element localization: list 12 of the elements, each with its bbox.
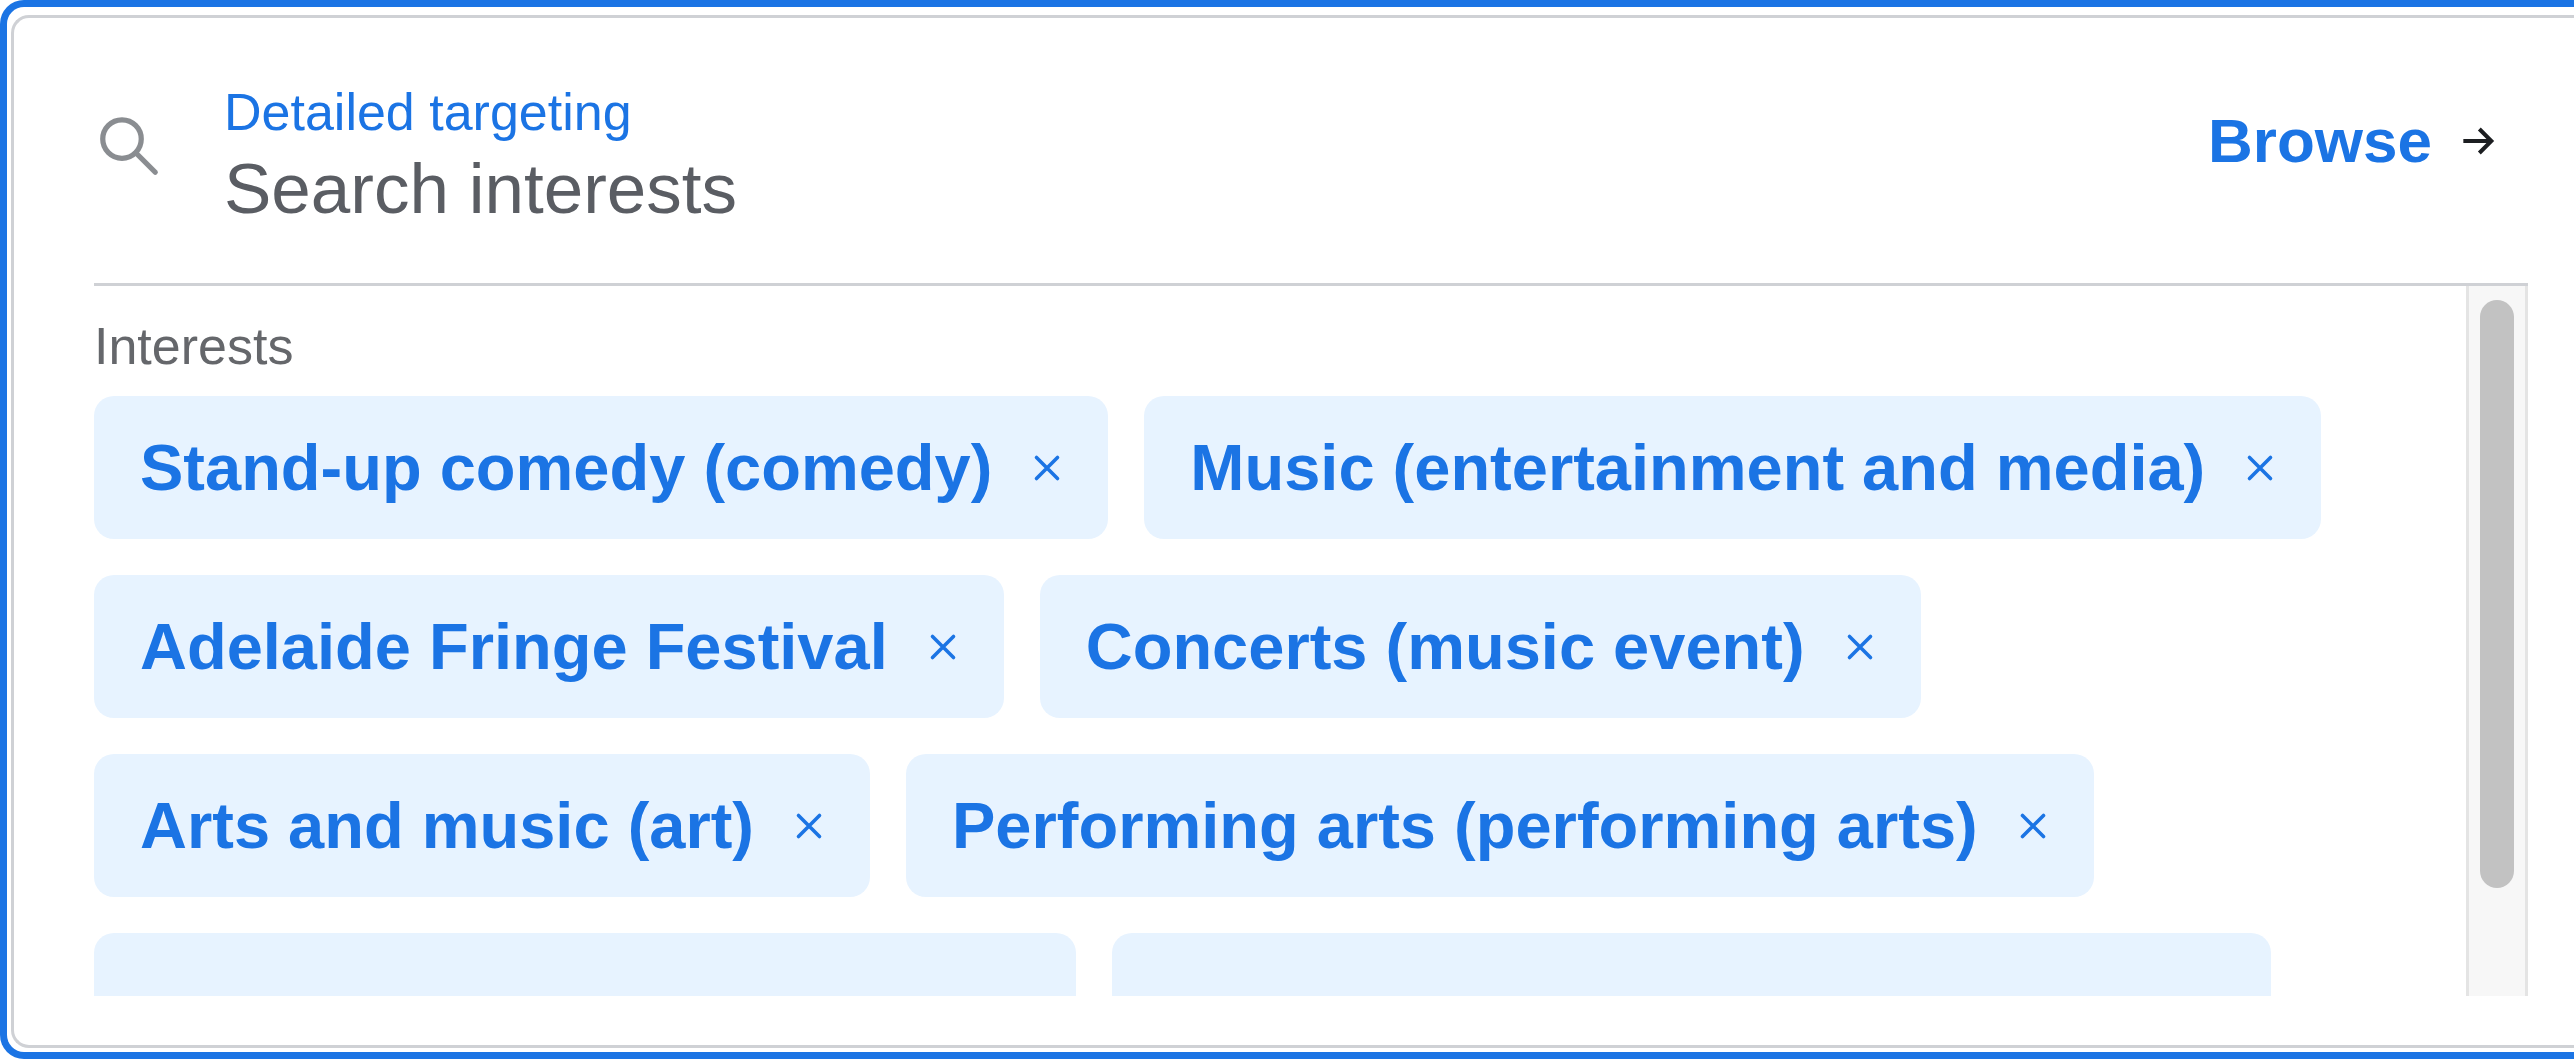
- browse-button[interactable]: Browse: [2208, 105, 2498, 196]
- interest-chip[interactable]: Performing arts (performing arts): [906, 754, 2094, 897]
- field-label: Detailed targeting: [224, 82, 633, 142]
- interest-chip[interactable]: Stand-up comedy (comedy): [94, 396, 1109, 539]
- scrollbar[interactable]: [2466, 286, 2528, 996]
- search-field[interactable]: Search interests: [224, 148, 2209, 229]
- interest-chip[interactable]: Music (entertainment and media): [1144, 396, 2322, 539]
- scrollbar-thumb[interactable]: [2480, 300, 2514, 888]
- section-title: Interests: [94, 316, 295, 376]
- interest-chip[interactable]: Arts and music (art): [94, 754, 870, 897]
- interest-chip[interactable]: Adelaide Fringe Festival: [94, 575, 1004, 718]
- interest-chip[interactable]: Concerts (music event): [1039, 575, 1921, 718]
